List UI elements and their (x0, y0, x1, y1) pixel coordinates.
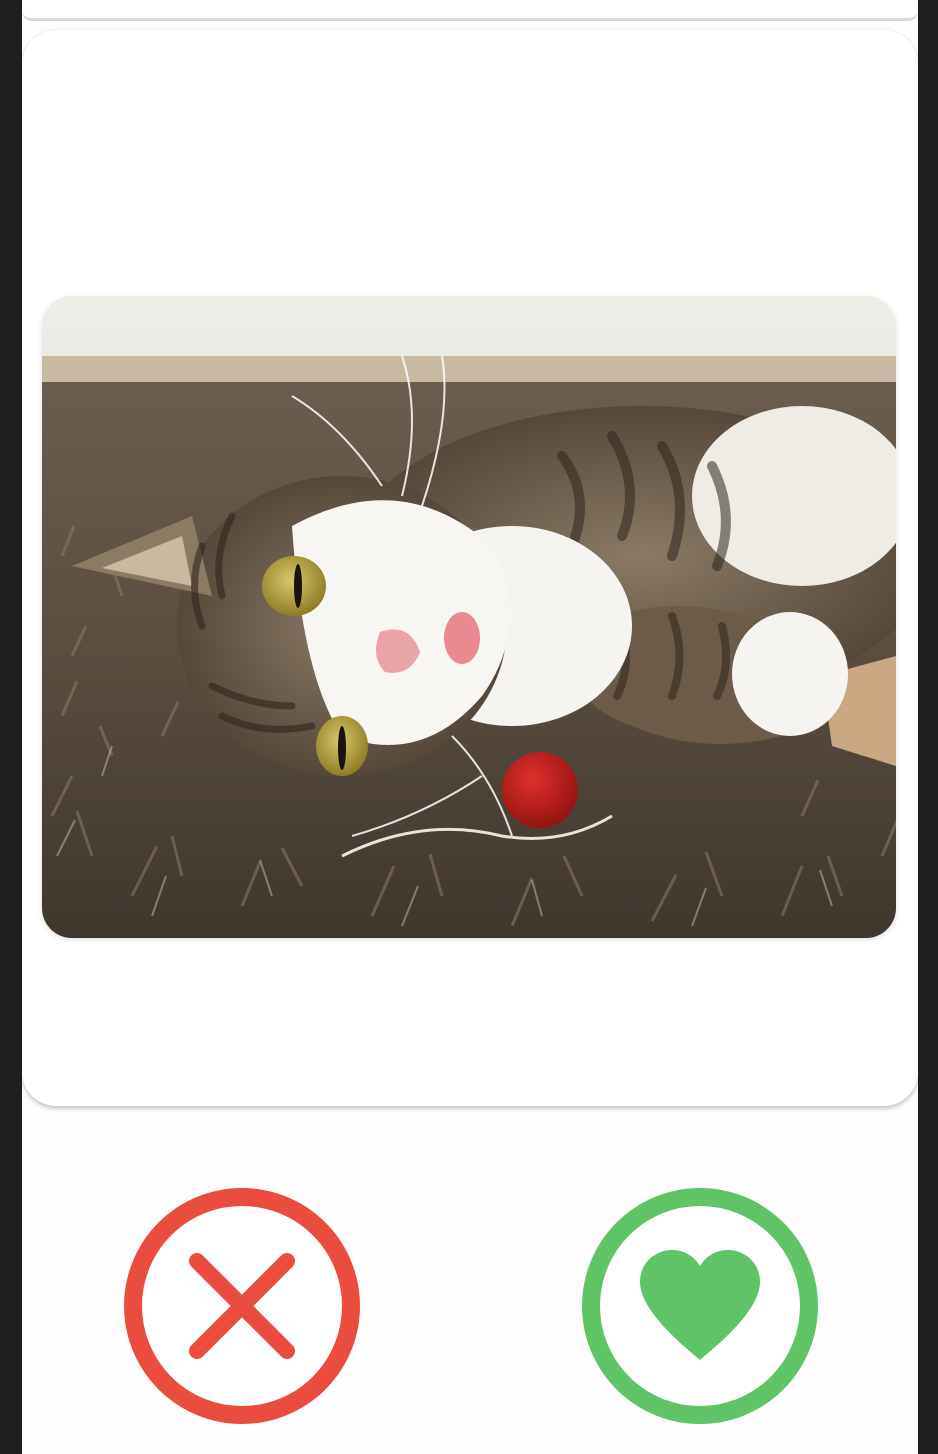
previous-card-edge (22, 0, 918, 21)
close-icon (189, 1253, 295, 1359)
cat-photo (42, 296, 896, 938)
dislike-button[interactable] (124, 1188, 360, 1424)
profile-card[interactable] (22, 30, 918, 1106)
app-screen (22, 0, 918, 1454)
heart-icon (640, 1250, 760, 1360)
like-button[interactable] (582, 1188, 818, 1424)
